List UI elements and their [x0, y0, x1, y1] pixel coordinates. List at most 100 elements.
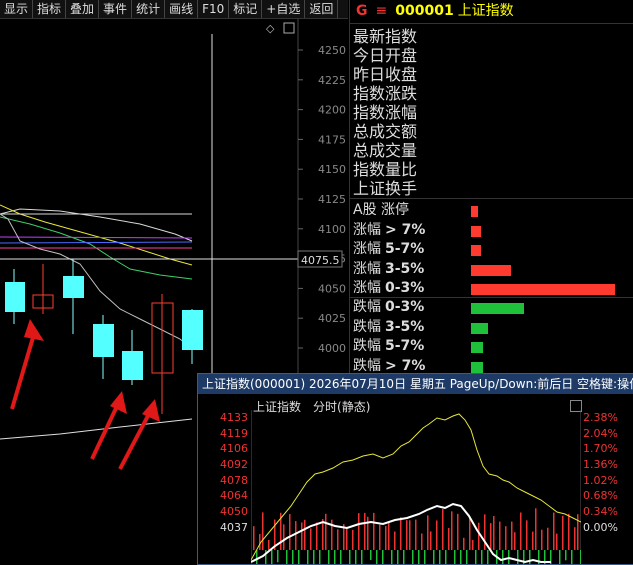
volume-bar	[268, 539, 270, 550]
popup-title: 上证指数(000001) 2026年07月10日 星期五 PageUp/Down…	[198, 374, 633, 394]
distribution-row: 跌幅 5-7%	[353, 337, 483, 357]
volume-bar	[454, 550, 456, 564]
volume-bar	[526, 520, 528, 550]
stat-label: 上证换手	[353, 179, 418, 198]
stat-label: 最新指数	[353, 27, 418, 46]
price-tick-label: 4225	[318, 74, 346, 87]
ma-line-blue	[0, 241, 193, 244]
toolbar-item[interactable]: 画线	[165, 0, 199, 18]
volume-bar	[580, 550, 581, 564]
price-tick-label: 4050	[318, 282, 346, 295]
stat-label: 今日开盘	[353, 46, 418, 65]
distribution-range: 0-3%	[385, 299, 425, 315]
toolbar-item[interactable]: 统计	[132, 0, 166, 18]
stock-code: 000001	[395, 3, 454, 19]
volume-bars	[253, 508, 581, 564]
annotation-arrows	[10, 319, 160, 470]
up-distribution: A股 涨停 涨幅 > 7% 涨幅 5-7% 涨幅 3-5% 涨幅 0-3%	[353, 201, 615, 299]
volume-bar	[532, 531, 534, 550]
distribution-range: 3-5%	[385, 260, 425, 277]
distribution-range: 5-7%	[385, 241, 425, 257]
toolbar-item[interactable]: 返回	[305, 0, 339, 18]
distribution-label: 涨幅	[353, 280, 381, 296]
distribution-label: 涨幅	[353, 241, 381, 257]
volume-bar	[424, 550, 426, 564]
stat-label: 指数涨幅	[353, 103, 418, 122]
volume-bar	[349, 550, 351, 564]
toolbar-item[interactable]: 叠加	[66, 0, 100, 18]
volume-bar	[334, 550, 336, 564]
volume-bar	[559, 550, 561, 564]
divider	[350, 198, 633, 199]
volume-bar	[508, 550, 510, 564]
volume-bar	[574, 527, 576, 550]
toolbar-item[interactable]: 指标	[33, 0, 67, 18]
volume-bar	[442, 509, 444, 550]
volume-bar	[421, 533, 423, 550]
volume-bar	[571, 550, 573, 564]
volume-bar	[292, 550, 294, 564]
candle-down	[63, 276, 84, 298]
volume-bar	[376, 550, 378, 564]
candle-down	[122, 351, 143, 380]
down-distribution: 跌幅 0-3% 跌幅 3-5% 跌幅 5-7% 跌幅 > 7%	[353, 298, 524, 376]
distribution-bar	[471, 342, 483, 353]
distribution-bar	[471, 225, 481, 237]
toolbar: 显示 指标 叠加 事件 统计 画线 F10 标记 +自选 返回	[0, 0, 348, 19]
volume-bar	[565, 550, 567, 561]
crosshair-value: 4075.5	[301, 254, 340, 267]
distribution-row: 涨幅 > 7%	[353, 221, 481, 241]
volume-bar	[448, 527, 450, 550]
distribution-row: 跌幅 3-5%	[353, 318, 488, 338]
price-tick-label: 4000	[318, 342, 346, 355]
toolbar-item[interactable]: +自选	[262, 0, 306, 18]
volume-bar	[409, 520, 411, 550]
menu-icon[interactable]: ≡	[368, 3, 388, 19]
volume-bar	[298, 550, 300, 564]
volume-bar	[445, 550, 447, 564]
candle-down	[5, 282, 25, 312]
distribution-label: 跌幅	[353, 338, 381, 354]
toolbar-item[interactable]: F10	[198, 0, 230, 18]
distribution-range: > 7%	[385, 357, 426, 374]
toolbar-item[interactable]: 标记	[229, 0, 263, 18]
divider	[350, 23, 633, 24]
volume-bar	[313, 550, 315, 564]
volume-bar	[493, 516, 495, 550]
volume-bar	[535, 508, 537, 550]
g-label[interactable]: G	[350, 3, 368, 19]
volume-bar	[352, 529, 354, 550]
volume-bar	[418, 550, 420, 564]
volume-bar	[481, 550, 483, 564]
toolbar-item[interactable]: 显示	[0, 0, 34, 18]
ma-line-purple	[0, 236, 193, 239]
axis-label: 4050	[220, 505, 248, 519]
volume-bar	[400, 517, 402, 550]
volume-bar	[478, 522, 480, 550]
intraday-popup[interactable]: 上证指数(000001) 2026年07月10日 星期五 PageUp/Down…	[197, 373, 633, 565]
price-tick-label: 4100	[318, 223, 346, 236]
volume-bar	[397, 550, 399, 564]
volume-bar	[517, 550, 519, 564]
volume-bar	[541, 529, 543, 550]
toolbar-item[interactable]: 事件	[99, 0, 133, 18]
axis-label: 0.34%	[583, 505, 618, 519]
price-tick-label: 4150	[318, 163, 346, 176]
distribution-row: 涨幅 5-7%	[353, 240, 481, 260]
volume-bar	[394, 531, 396, 550]
volume-bar	[286, 550, 288, 564]
distribution-label: 涨幅	[353, 260, 381, 277]
price-tick-label: 4025	[318, 312, 346, 325]
window-icon	[283, 22, 295, 34]
long-term-line	[0, 418, 193, 440]
volume-bar	[289, 514, 291, 550]
volume-bar	[295, 521, 297, 550]
volume-bar	[451, 511, 453, 550]
volume-bar	[406, 520, 408, 550]
distribution-bar	[471, 245, 481, 256]
distribution-bar	[471, 322, 488, 334]
volume-bar	[520, 512, 522, 550]
volume-bar	[556, 533, 558, 550]
distribution-bar	[471, 264, 511, 276]
axis-label: 4078	[220, 473, 248, 487]
